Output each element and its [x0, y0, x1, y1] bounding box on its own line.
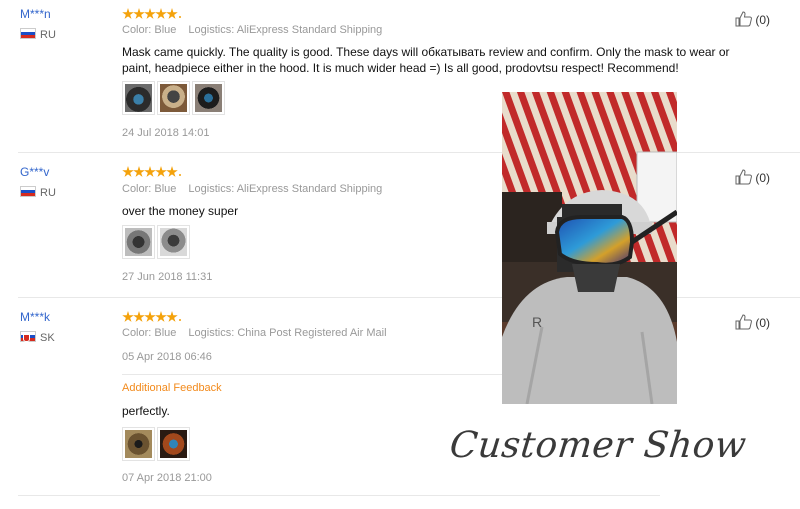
star-icon [144, 311, 156, 322]
thumbs-up-icon [735, 169, 753, 185]
star-icon [133, 8, 145, 19]
star-icon [166, 311, 178, 322]
order-info: Color: Blue Logistics: AliExpress Standar… [122, 24, 382, 36]
order-logistics: Logistics: China Post Registered Air Mai… [188, 327, 387, 339]
helpful-button[interactable]: (0) [735, 11, 770, 27]
star-icon [166, 166, 178, 177]
review-text: over the money super [122, 204, 239, 218]
thumbs-up-icon [735, 11, 753, 27]
review-date: 05 Apr 2018 06:46 [122, 351, 212, 363]
star-icon [133, 166, 145, 177]
star-icon [144, 166, 156, 177]
customer-show-caption: Customer Show [447, 425, 749, 466]
additional-feedback-text: perfectly. [122, 404, 170, 418]
order-info: Color: Blue Logistics: AliExpress Standar… [122, 183, 382, 195]
review-item: G***v RU Color: Blue Logistics: AliExpres… [0, 165, 800, 297]
review-divider [18, 297, 800, 298]
star-icon [155, 166, 167, 177]
review-photo-thumbnail[interactable] [157, 81, 190, 115]
star-icon [122, 166, 134, 177]
order-logistics: Logistics: AliExpress Standard Shipping [188, 183, 383, 195]
helpful-count: (0) [755, 13, 770, 27]
review-date: 24 Jul 2018 14:01 [122, 127, 210, 139]
review-photos [122, 427, 192, 461]
country-code: SK [40, 332, 55, 344]
star-rating [122, 165, 181, 179]
review-photos [122, 225, 192, 259]
order-color: Color: Blue [122, 327, 177, 339]
review-photo-thumbnail[interactable] [122, 225, 155, 259]
customer-photo: R [502, 92, 677, 404]
helpful-count: (0) [755, 171, 770, 185]
helpful-count: (0) [755, 316, 770, 330]
russia-flag-icon [20, 186, 36, 197]
star-icon [166, 8, 178, 19]
order-logistics: Logistics: AliExpress Standard Shipping [188, 24, 383, 36]
slovakia-flag-icon [20, 331, 36, 342]
star-icon [122, 311, 134, 322]
star-dot [179, 319, 181, 321]
review-text: Mask came quickly. The quality is good. … [122, 45, 730, 75]
star-icon [144, 8, 156, 19]
review-divider [18, 495, 660, 496]
helpful-button[interactable]: (0) [735, 169, 770, 185]
review-item: M***n RU Color: Blue Logistics: AliExpres… [0, 7, 800, 152]
star-dot [179, 174, 181, 176]
star-rating [122, 7, 181, 21]
star-icon [155, 311, 167, 322]
review-photo-thumbnail[interactable] [122, 81, 155, 115]
star-icon [122, 8, 134, 19]
additional-feedback-label: Additional Feedback [122, 382, 222, 394]
country-code: RU [40, 187, 56, 199]
star-rating [122, 310, 181, 324]
russia-flag-icon [20, 28, 36, 39]
country-code: RU [40, 29, 56, 41]
review-photo-thumbnail[interactable] [122, 427, 155, 461]
order-color: Color: Blue [122, 183, 177, 195]
reviewer-country: RU [20, 186, 56, 199]
feedback-divider [122, 374, 502, 375]
star-icon [155, 8, 167, 19]
reviewer-name[interactable]: G***v [20, 165, 49, 179]
reviewer-name[interactable]: M***k [20, 310, 50, 324]
review-date: 27 Jun 2018 11:31 [122, 271, 213, 283]
reviewer-name[interactable]: M***n [20, 7, 51, 21]
order-color: Color: Blue [122, 24, 177, 36]
reviewer-country: SK [20, 331, 55, 344]
review-photo-thumbnail[interactable] [157, 427, 190, 461]
svg-text:R: R [532, 314, 542, 330]
order-info: Color: Blue Logistics: China Post Registe… [122, 327, 387, 339]
review-item: M***k SK Color: Blue Logistics: China Pos… [0, 310, 800, 495]
reviewer-country: RU [20, 28, 56, 41]
star-dot [179, 16, 181, 18]
review-photo-thumbnail[interactable] [157, 225, 190, 259]
additional-feedback-date: 07 Apr 2018 21:00 [122, 472, 212, 484]
star-icon [133, 311, 145, 322]
review-photo-thumbnail[interactable] [192, 81, 225, 115]
thumbs-up-icon [735, 314, 753, 330]
customer-photo-image: R [502, 92, 677, 404]
review-divider [18, 152, 800, 153]
review-photos [122, 81, 227, 115]
helpful-button[interactable]: (0) [735, 314, 770, 330]
